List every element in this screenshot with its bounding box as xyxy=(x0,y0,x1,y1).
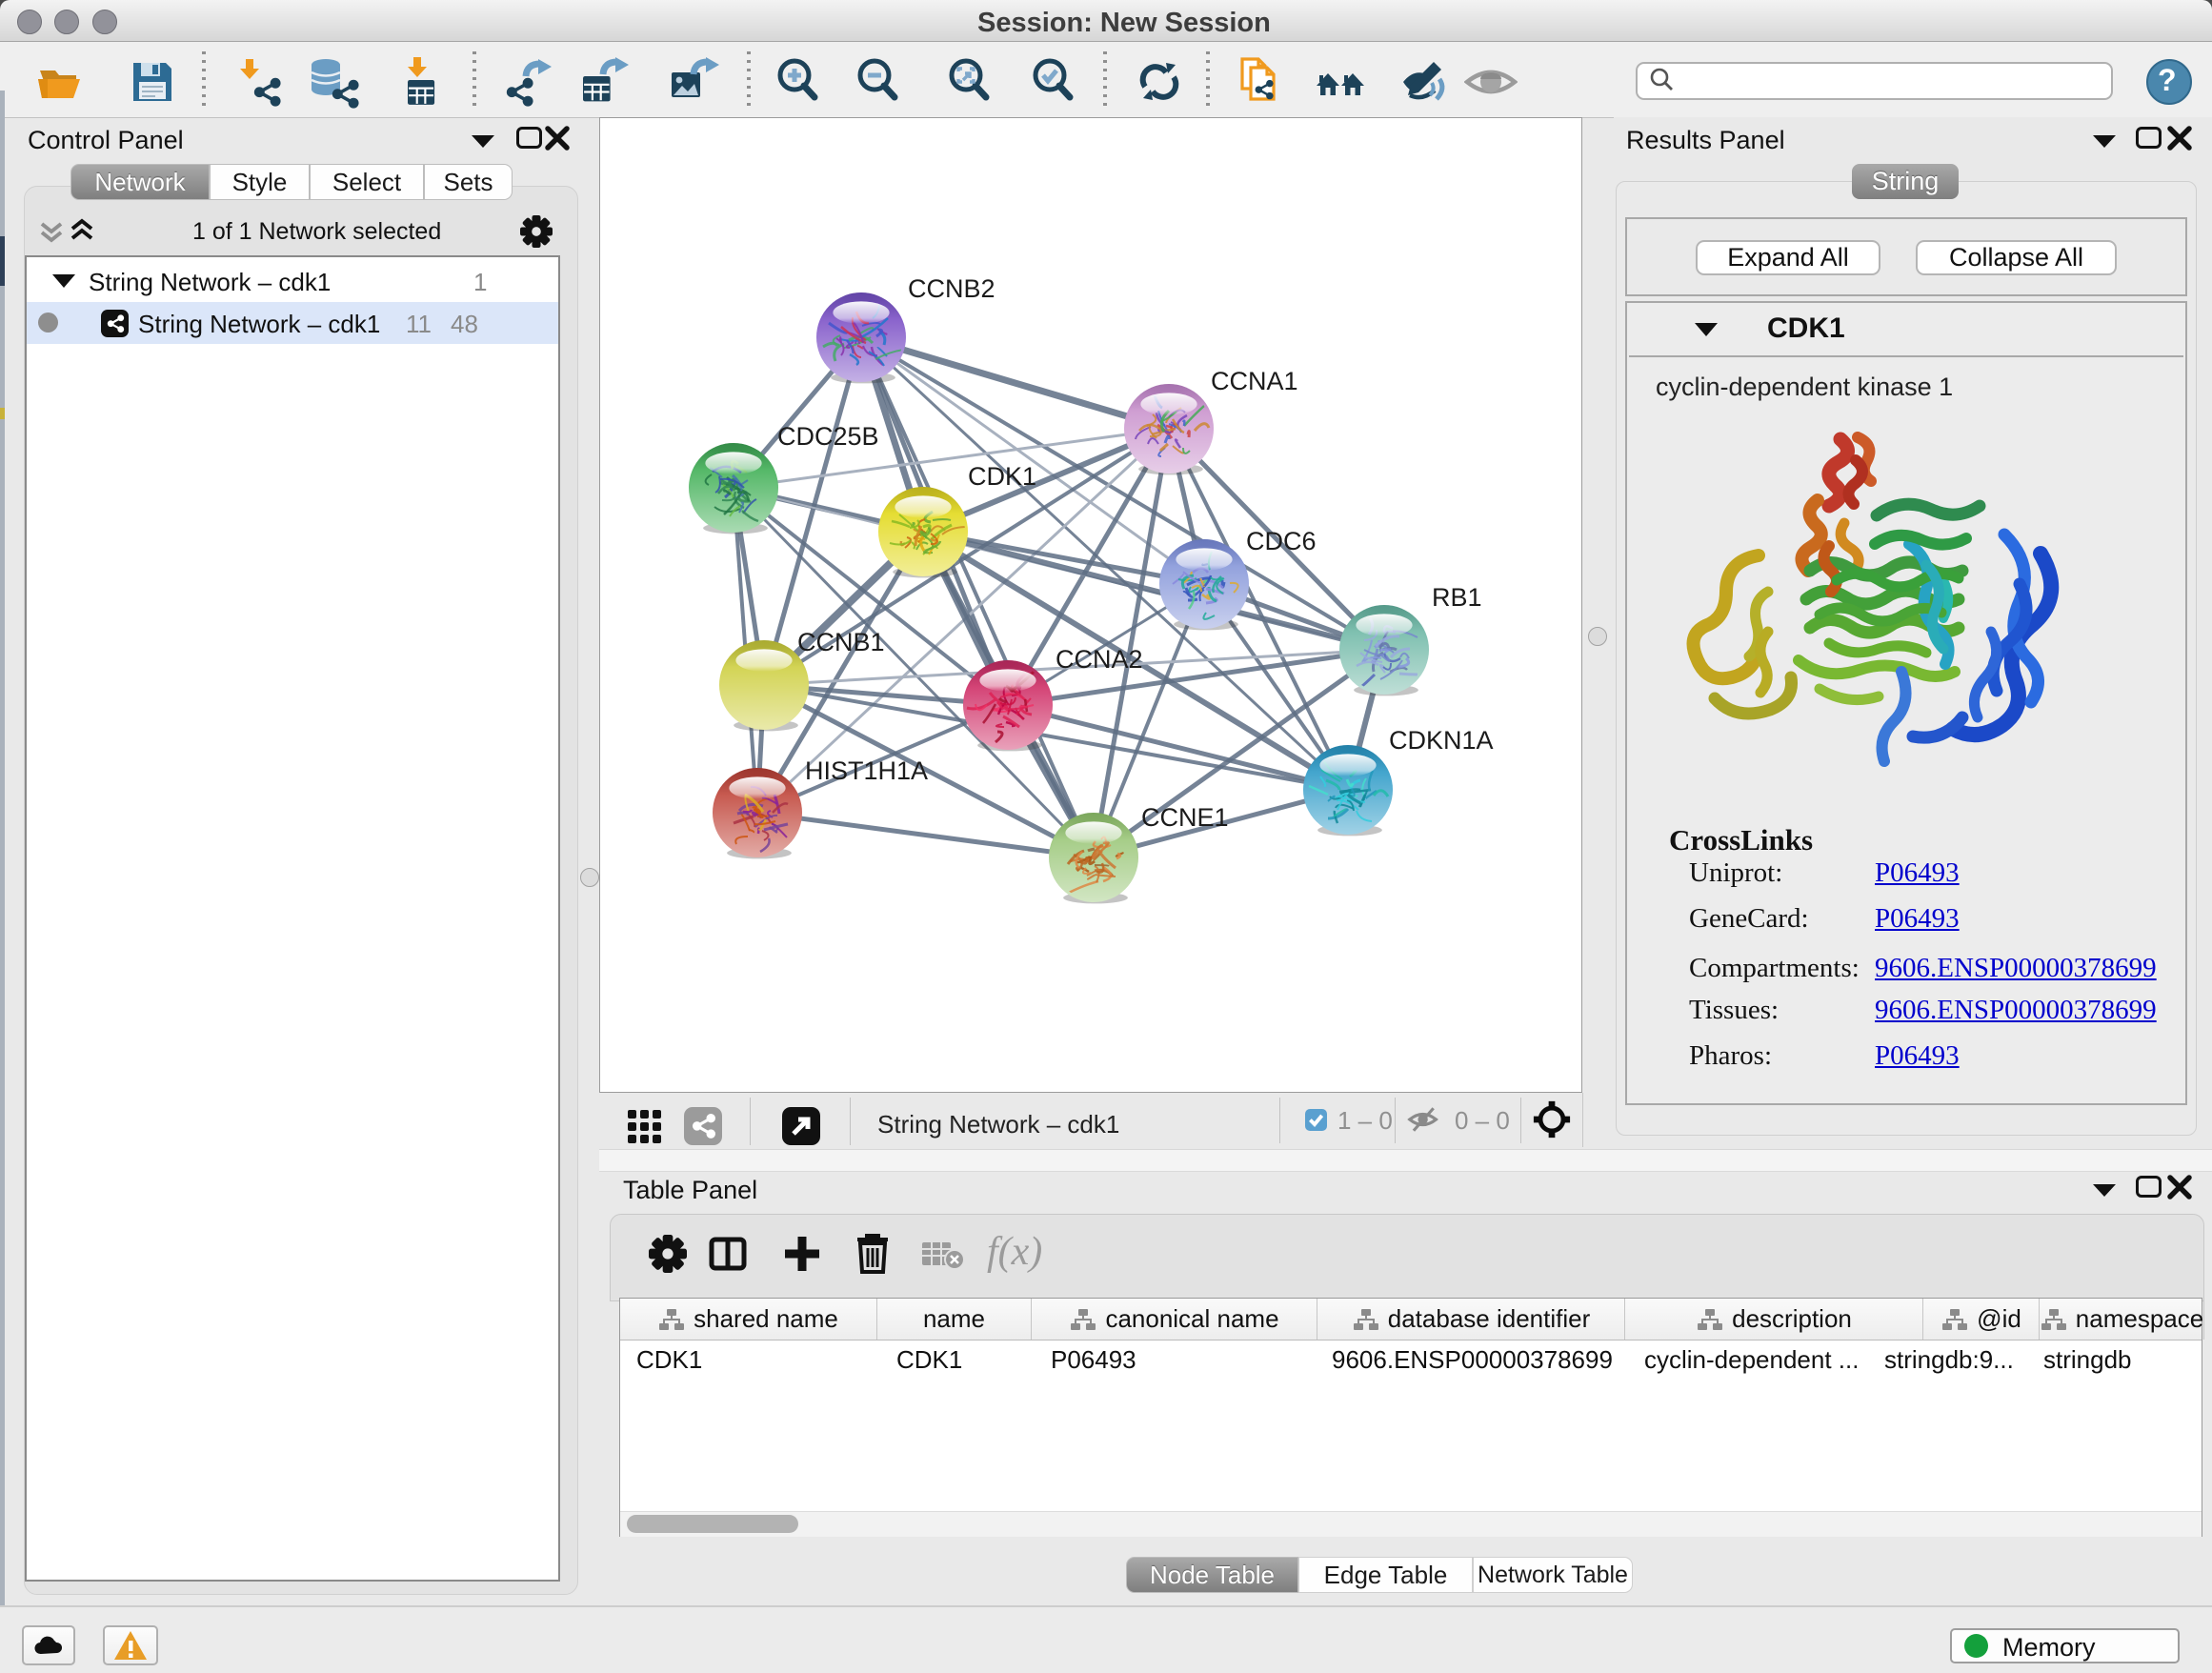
svg-text:HIST1H1A: HIST1H1A xyxy=(805,756,928,785)
svg-text:RB1: RB1 xyxy=(1432,583,1482,612)
svg-text:CDC6: CDC6 xyxy=(1246,527,1317,555)
svg-text:CCNA2: CCNA2 xyxy=(1056,645,1143,674)
svg-text:CCNB1: CCNB1 xyxy=(797,628,885,656)
svg-text:CDC25B: CDC25B xyxy=(777,422,879,451)
svg-text:CCNA1: CCNA1 xyxy=(1211,367,1298,395)
svg-text:CDKN1A: CDKN1A xyxy=(1389,726,1494,755)
svg-text:CCNB2: CCNB2 xyxy=(908,274,995,303)
svg-text:CCNE1: CCNE1 xyxy=(1141,803,1229,832)
svg-text:CDK1: CDK1 xyxy=(968,462,1036,491)
